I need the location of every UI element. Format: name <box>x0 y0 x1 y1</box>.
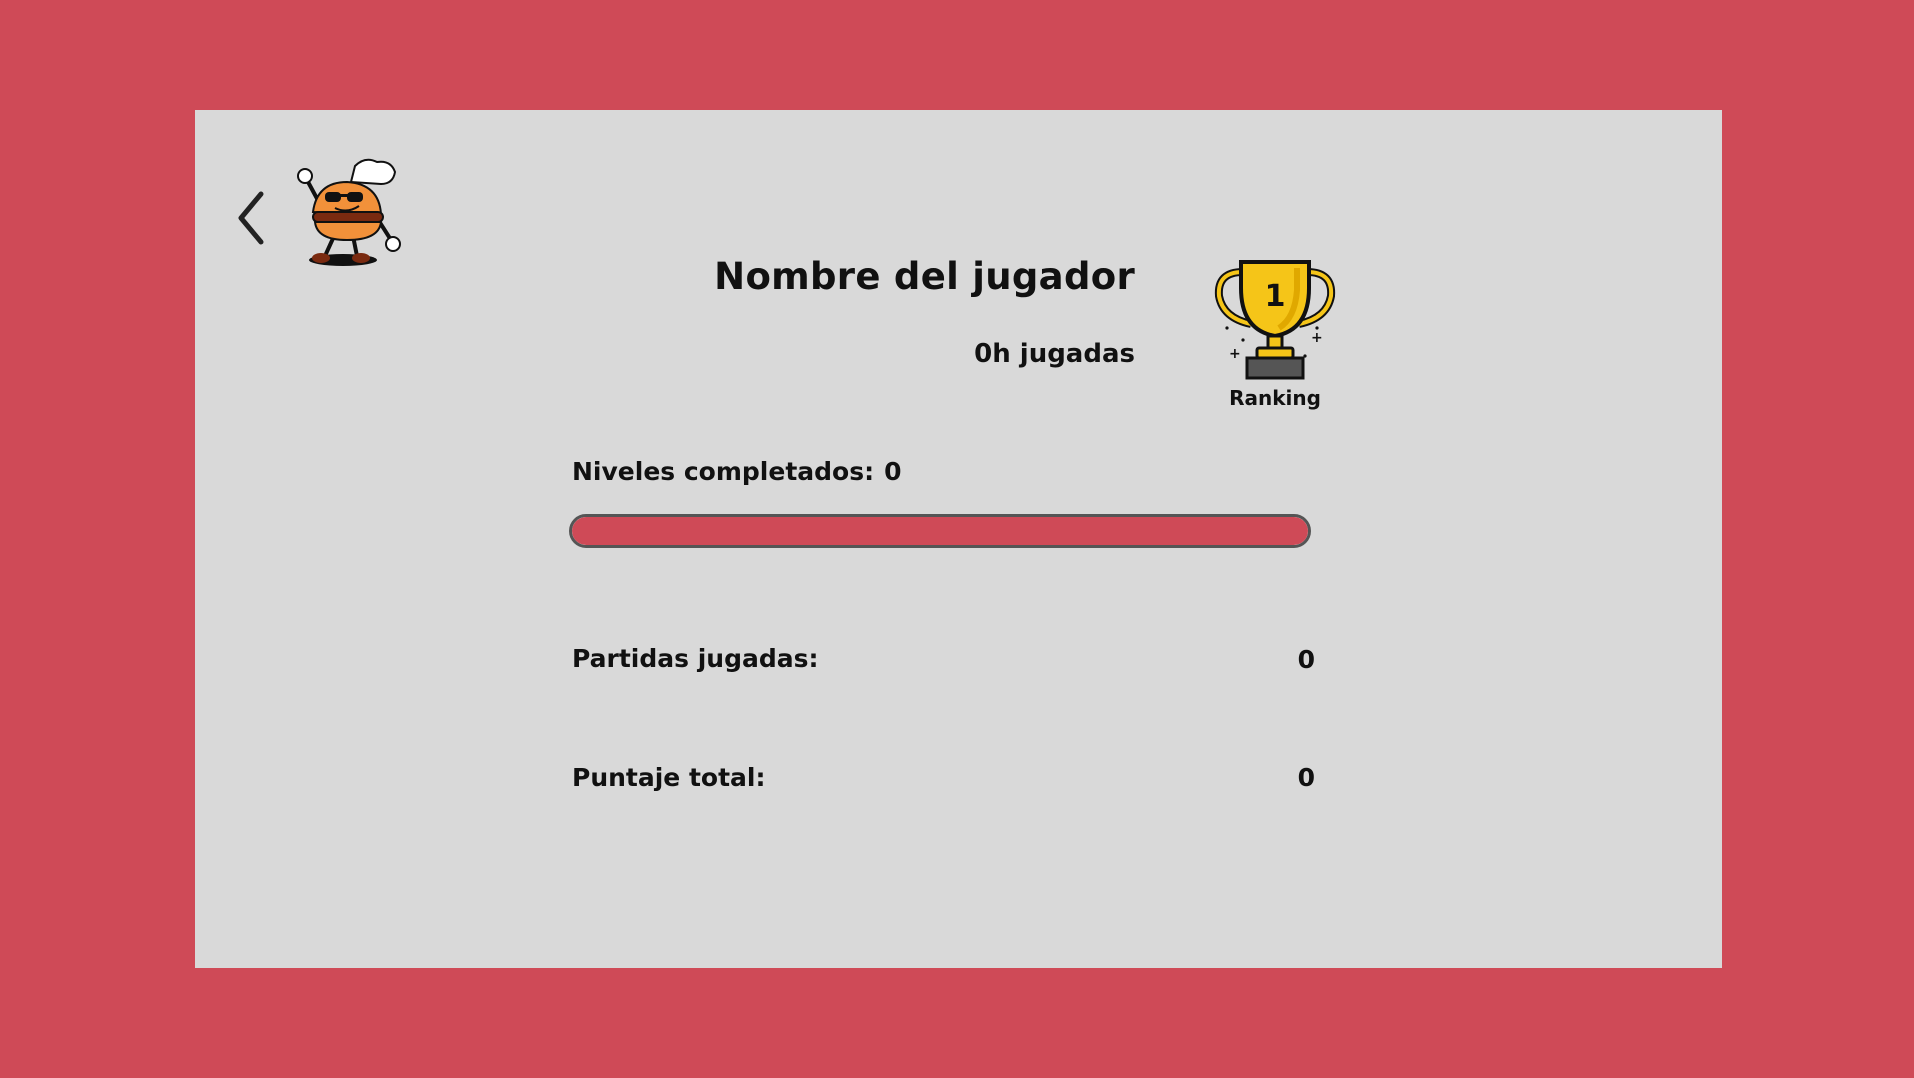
total-score-value: 0 <box>1297 763 1315 792</box>
player-name: Nombre del jugador <box>714 255 1135 298</box>
burger-chef-mascot-icon <box>297 158 401 266</box>
trophy-icon: + + 1 <box>1214 260 1336 380</box>
total-score-label: Puntaje total: <box>572 763 766 792</box>
levels-label: Niveles completados: <box>572 457 875 486</box>
games-played-label: Partidas jugadas: <box>572 644 819 673</box>
profile-panel: Nombre del jugador 0h jugadas + + 1 Rank… <box>195 110 1722 968</box>
ranking-label: Ranking <box>1229 386 1321 410</box>
levels-progress-bar <box>569 514 1311 548</box>
trophy-number: 1 <box>1265 279 1286 314</box>
ranking-button[interactable]: + + 1 Ranking <box>1209 258 1339 428</box>
chevron-left-icon <box>238 191 264 245</box>
levels-value: 0 <box>884 457 902 486</box>
levels-completed: Niveles completados: 0 <box>572 457 902 486</box>
mascot-avatar <box>295 156 405 268</box>
back-button[interactable] <box>233 188 273 248</box>
games-played-value: 0 <box>1297 645 1315 674</box>
levels-progress-fill <box>572 517 1308 545</box>
hours-played: 0h jugadas <box>974 339 1135 369</box>
svg-text:+: + <box>1311 330 1323 346</box>
svg-text:+: + <box>1229 346 1241 362</box>
